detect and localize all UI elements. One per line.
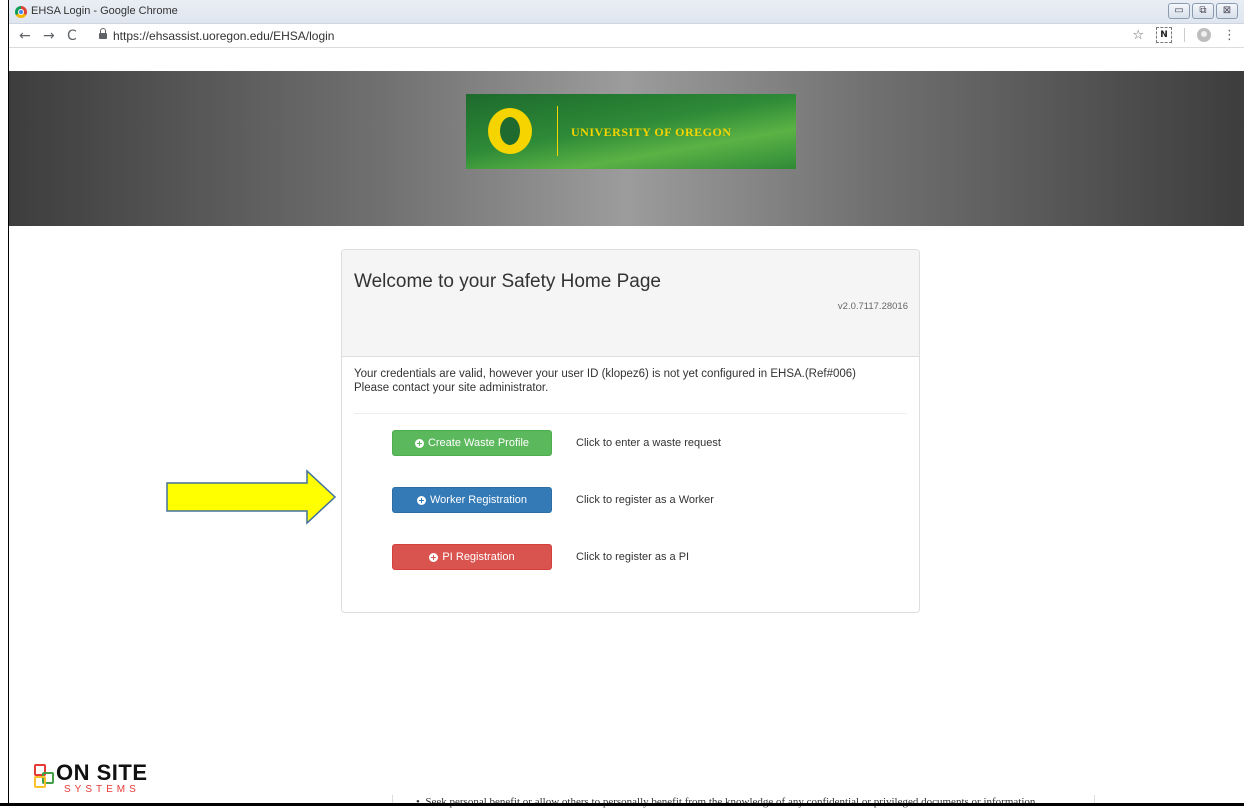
lock-icon[interactable] bbox=[99, 28, 107, 40]
status-message: Your credentials are valid, however your… bbox=[354, 367, 904, 395]
site-header-banner: UNIVERSITY OF OREGON bbox=[9, 71, 1244, 226]
address-bar[interactable]: https://ehsassist.uoregon.edu/EHSA/login bbox=[113, 29, 334, 43]
window-left-edge bbox=[0, 0, 9, 806]
menu-kebab-icon[interactable]: ⋮ bbox=[1223, 28, 1236, 43]
pi-registration-button[interactable]: PI Registration bbox=[392, 544, 552, 570]
button-label: Worker Registration bbox=[430, 494, 527, 506]
maximize-button[interactable]: ⧉ bbox=[1192, 3, 1214, 19]
yellow-arrow-icon bbox=[166, 469, 337, 525]
back-arrow-icon[interactable]: ← bbox=[19, 27, 31, 45]
chrome-icon bbox=[15, 6, 27, 18]
window-title: EHSA Login - Google Chrome bbox=[31, 5, 178, 17]
logo-divider bbox=[557, 106, 558, 156]
divider bbox=[354, 413, 907, 414]
cut-off-text: • Seek personal benefit or allow others … bbox=[416, 796, 1036, 808]
toolbar-divider bbox=[1184, 28, 1185, 42]
o-logo-icon bbox=[488, 108, 532, 154]
status-message-line: Your credentials are valid, however your… bbox=[354, 368, 856, 380]
university-name: UNIVERSITY OF OREGON bbox=[571, 125, 732, 139]
button-label: PI Registration bbox=[442, 551, 515, 563]
panel-heading: Welcome to your Safety Home Page v2.0.71… bbox=[342, 250, 919, 357]
version-label: v2.0.7117.28016 bbox=[837, 301, 908, 312]
plus-circle-icon bbox=[414, 438, 424, 448]
page-title: Welcome to your Safety Home Page bbox=[354, 271, 661, 292]
worker-registration-button[interactable]: Worker Registration bbox=[392, 487, 552, 513]
bookmark-star-icon[interactable]: ☆ bbox=[1132, 28, 1144, 43]
minimize-button[interactable]: ▭ bbox=[1168, 3, 1190, 19]
window-titlebar: EHSA Login - Google Chrome ▭ ⧉ ⊠ bbox=[9, 0, 1244, 24]
extension-n-icon[interactable]: N bbox=[1156, 27, 1172, 43]
window-controls: ▭ ⧉ ⊠ bbox=[1168, 3, 1238, 19]
button-label: Create Waste Profile bbox=[427, 437, 530, 449]
cut-off-text-body: Seek personal benefit or allow others to… bbox=[425, 796, 1036, 808]
university-logo[interactable]: UNIVERSITY OF OREGON bbox=[466, 94, 796, 169]
browser-toolbar: ← → C https://ehsassist.uoregon.edu/EHSA… bbox=[9, 24, 1244, 48]
brand-subtitle: SYSTEMS bbox=[64, 784, 140, 795]
action-hint: Click to register as a Worker bbox=[576, 494, 714, 506]
action-hint: Click to register as a PI bbox=[576, 551, 690, 563]
login-panel: Welcome to your Safety Home Page v2.0.71… bbox=[341, 249, 920, 613]
create-waste-profile-button[interactable]: Create Waste Profile bbox=[392, 430, 552, 456]
brand-name: ON SITE bbox=[56, 760, 148, 785]
plus-circle-icon bbox=[417, 495, 426, 505]
status-message-line: Please contact your site administrator. bbox=[354, 382, 549, 394]
close-button[interactable]: ⊠ bbox=[1216, 3, 1238, 19]
reload-icon[interactable]: C bbox=[67, 27, 77, 45]
plus-circle-icon bbox=[429, 552, 439, 562]
onsite-systems-logo: ON SITE SYSTEMS bbox=[34, 760, 174, 800]
profile-avatar-icon[interactable] bbox=[1197, 28, 1211, 42]
action-hint: Click to enter a waste request bbox=[576, 437, 721, 449]
forward-arrow-icon[interactable]: → bbox=[43, 27, 55, 45]
